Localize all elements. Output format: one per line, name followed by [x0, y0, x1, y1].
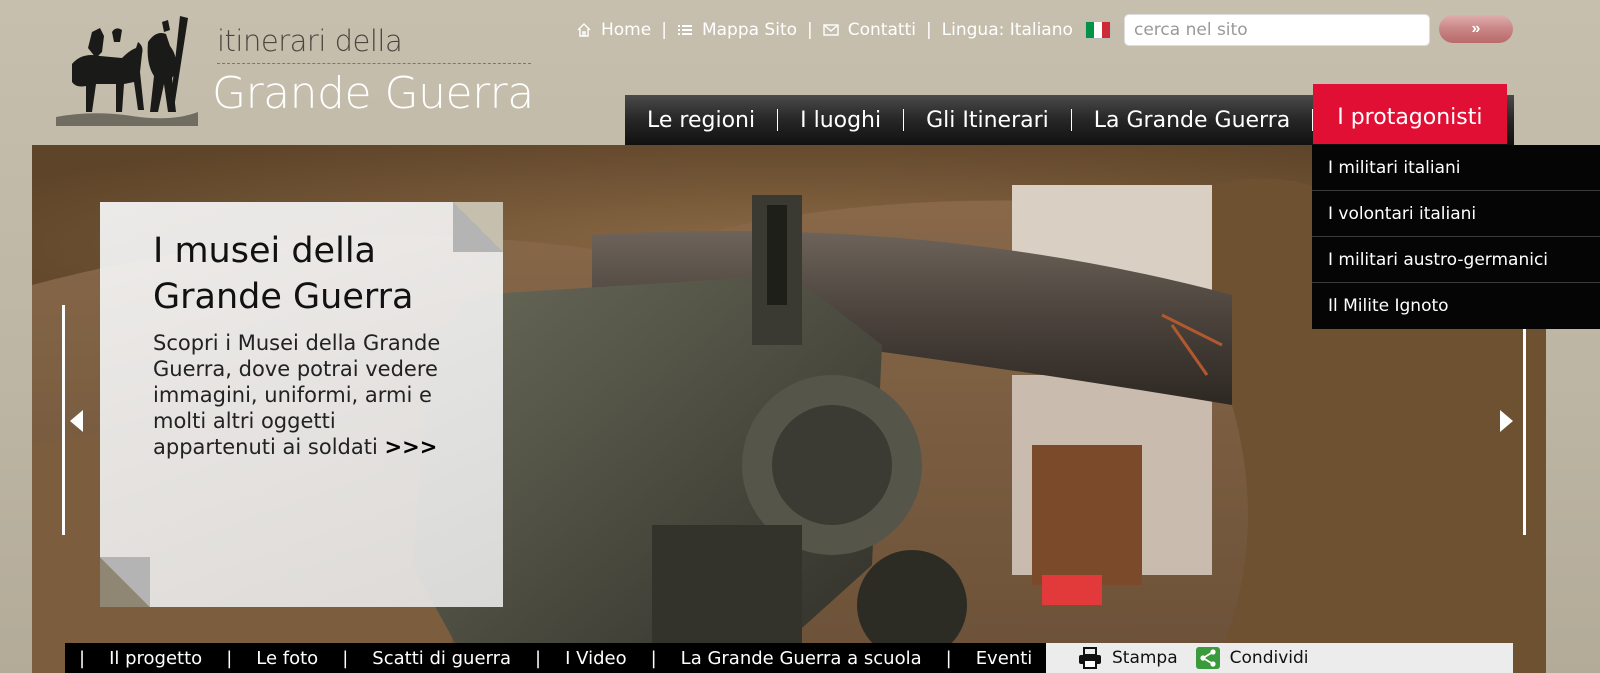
search-input[interactable] — [1124, 14, 1430, 46]
hero-description: Scopri i Musei della Grande Guerra, dove… — [153, 330, 453, 460]
share-label: Condividi — [1229, 648, 1309, 668]
share-button[interactable]: Condividi — [1195, 647, 1309, 669]
separator: | — [807, 20, 813, 40]
chevron-right-icon — [1500, 410, 1513, 432]
home-icon — [577, 23, 591, 37]
envelope-icon — [823, 24, 839, 36]
nav-item-foto[interactable]: Le foto — [232, 648, 342, 669]
slider-next-arrow[interactable] — [1498, 305, 1526, 535]
nav-item-regioni[interactable]: Le regioni — [625, 95, 777, 145]
nav-item-progetto[interactable]: Il progetto — [85, 648, 226, 669]
read-more-link[interactable]: >>> — [385, 435, 438, 459]
italian-flag-icon[interactable] — [1084, 21, 1111, 39]
sitemap-label: Mappa Sito — [701, 20, 798, 40]
protagonisti-dropdown-menu: I militari italiani I volontari italiani… — [1312, 145, 1600, 329]
menu-item-militari-austro-germanici[interactable]: I militari austro-germanici — [1312, 237, 1600, 283]
hero-caption-card: I musei della Grande Guerra Scopri i Mus… — [100, 202, 503, 607]
nav-item-grande-guerra[interactable]: La Grande Guerra — [1072, 95, 1312, 145]
nav-item-eventi[interactable]: Eventi — [952, 648, 1057, 669]
nav-item-luoghi[interactable]: I luoghi — [778, 95, 903, 145]
home-label: Home — [601, 20, 652, 40]
share-icon — [1195, 647, 1220, 669]
main-navigation: Le regioni I luoghi Gli Itinerari La Gra… — [625, 84, 1514, 145]
menu-item-volontari-italiani[interactable]: I volontari italiani — [1312, 191, 1600, 237]
contacts-link[interactable]: Contatti — [823, 20, 916, 40]
language-value[interactable]: Italiano — [1010, 20, 1073, 40]
print-label: Stampa — [1112, 648, 1178, 668]
print-button[interactable]: Stampa — [1078, 647, 1178, 669]
sitemap-link[interactable]: Mappa Sito — [677, 20, 797, 40]
nav-item-scuola[interactable]: La Grande Guerra a scuola — [657, 648, 946, 669]
search-submit-button[interactable]: » — [1439, 15, 1513, 43]
slider-prev-arrow[interactable] — [62, 305, 90, 535]
list-icon — [677, 25, 692, 35]
nav-item-video[interactable]: I Video — [541, 648, 650, 669]
hero-title: I musei della Grande Guerra — [153, 231, 414, 317]
separator: | — [925, 20, 932, 40]
menu-item-milite-ignoto[interactable]: Il Milite Ignoto — [1312, 283, 1600, 329]
nav-item-scatti-di-guerra[interactable]: Scatti di guerra — [348, 648, 535, 669]
logo-title: Grande Guerra — [212, 68, 534, 119]
utility-bar: Home | Mappa Sito | Contatti | Lingua: I… — [576, 16, 1111, 44]
printer-icon — [1079, 647, 1101, 669]
home-link[interactable]: Home — [576, 20, 651, 40]
secondary-navigation: | Il progetto | Le foto | Scatti di guer… — [65, 643, 1046, 673]
logo-subtitle: itinerari della — [217, 24, 403, 58]
nav-item-protagonisti[interactable]: I protagonisti — [1313, 84, 1507, 144]
page-curl-decoration — [100, 557, 150, 607]
logo-divider — [217, 63, 531, 64]
page-tools: Stampa Condividi — [1046, 643, 1513, 673]
chevron-left-icon — [70, 410, 83, 432]
soldiers-mule-logo-icon — [56, 16, 198, 126]
contacts-label: Contatti — [847, 20, 916, 40]
nav-item-itinerari[interactable]: Gli Itinerari — [904, 95, 1071, 145]
separator: | — [661, 20, 667, 40]
language-label: Lingua: — [941, 20, 1005, 40]
menu-item-militari-italiani[interactable]: I militari italiani — [1312, 145, 1600, 191]
site-logo[interactable]: itinerari della Grande Guerra — [52, 12, 542, 132]
